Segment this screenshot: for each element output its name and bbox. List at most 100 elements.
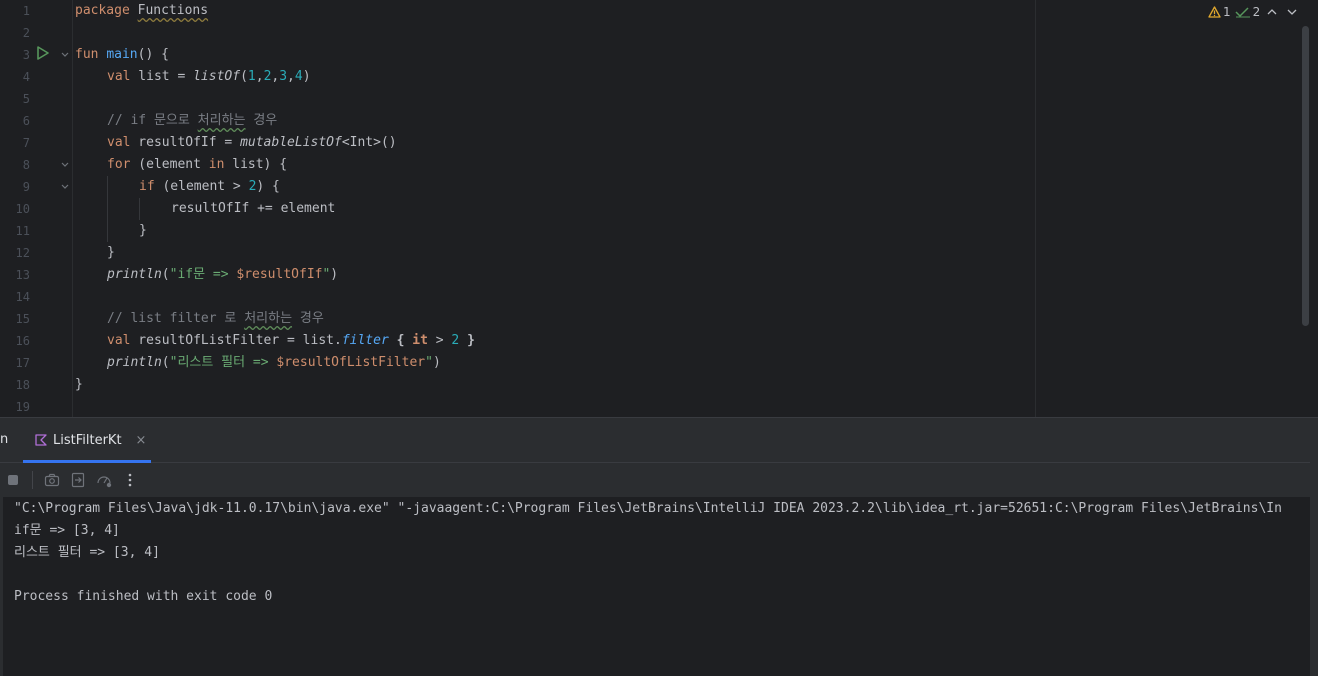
restart-icon [97, 476, 112, 488]
code-text: ( [240, 69, 248, 84]
keyword: fun [75, 47, 99, 62]
line-number: 6 [22, 114, 30, 128]
comment: // list filter 로 [107, 311, 245, 326]
line-number: 5 [22, 92, 30, 106]
function-call: println [107, 355, 162, 370]
string-literal: "리스트 필터 => [169, 355, 277, 370]
indent-guide [107, 176, 108, 242]
keyword: val [107, 69, 131, 84]
line-number: 13 [15, 268, 30, 282]
tab-label: ListFilterKt [53, 432, 122, 448]
code-line-7: val resultOfIf = mutableListOf<Int>() [107, 132, 397, 154]
toolbar-separator [32, 471, 33, 489]
comment: 경우 [292, 311, 324, 326]
function-call: println [107, 267, 162, 282]
string-literal: "if문 => [169, 267, 237, 282]
fold-icon[interactable] [60, 160, 70, 170]
line-number: 16 [15, 334, 30, 348]
editor-scrollbar[interactable] [1302, 26, 1309, 326]
code-text: ) [302, 69, 311, 84]
exit-button[interactable] [65, 467, 91, 493]
code-text: ) [330, 267, 339, 282]
code-text: resultOfListFilter = list. [130, 333, 342, 348]
tab-listfilterkt[interactable]: ListFilterKt × [23, 418, 151, 463]
line-number: 10 [15, 202, 30, 216]
code-editor[interactable]: 1 2 3 4 5 6 7 8 9 10 11 12 13 14 15 16 1… [0, 0, 1318, 417]
warnings-indicator[interactable]: 1 [1208, 5, 1231, 19]
code-line-17: println("리스트 필터 => $resultOfListFilter") [107, 352, 441, 374]
fold-icon[interactable] [60, 182, 70, 192]
code-text: ( [161, 355, 170, 370]
camera-icon [44, 473, 60, 487]
line-number: 14 [15, 290, 30, 304]
line-number: 3 [22, 48, 30, 62]
fold-icon[interactable] [60, 50, 70, 60]
string-literal: " [425, 355, 433, 370]
checks-indicator[interactable]: 2 [1235, 5, 1260, 19]
line-number: 11 [15, 224, 30, 238]
run-tab-bar: n ListFilterKt × [0, 418, 1310, 463]
code-line-9: if (element > 2) { [139, 176, 280, 198]
code-text: (element > [154, 179, 249, 194]
code-line-1: package Functions [75, 0, 208, 22]
code-line-16: val resultOfListFilter = list.filter { i… [107, 330, 475, 352]
lambda-brace: } [467, 333, 475, 348]
console-output[interactable]: "C:\Program Files\Java\jdk-11.0.17\bin\j… [0, 497, 1310, 676]
chevron-down-icon[interactable] [1284, 6, 1300, 18]
keyword: val [107, 135, 131, 150]
keyword: val [107, 333, 131, 348]
console-line: 리스트 필터 => [3, 4] [14, 545, 160, 560]
keyword: in [208, 157, 225, 172]
code-line-11: } [139, 223, 147, 238]
line-number: 19 [15, 400, 30, 414]
line-number: 18 [15, 378, 30, 392]
close-icon[interactable]: × [136, 433, 147, 448]
console-line: if문 => [3, 4] [14, 523, 120, 538]
screenshot-button[interactable] [39, 467, 65, 493]
stop-button[interactable] [0, 467, 26, 493]
template-variable: $resultOfListFilter [276, 355, 426, 370]
line-number: 15 [15, 312, 30, 326]
keyword: it [404, 333, 428, 348]
inspection-widget[interactable]: 1 2 [1208, 2, 1300, 22]
more-button[interactable] [117, 467, 143, 493]
chevron-up-icon[interactable] [1264, 6, 1280, 18]
restart-button[interactable] [91, 467, 117, 493]
keyword: if [139, 179, 155, 194]
code-text: () { [137, 47, 169, 62]
function-call: listOf [193, 69, 241, 84]
line-number: 9 [22, 180, 30, 194]
tab-run-partial[interactable]: n [0, 432, 8, 447]
template-variable: $resultOfIf [236, 267, 323, 282]
warning-icon [1208, 6, 1221, 18]
code-text: <Int>() [341, 135, 397, 150]
number-literal: 4 [294, 69, 303, 84]
code-line-4: val list = listOf(1,2,3,4) [107, 66, 311, 88]
line-number: 7 [22, 136, 30, 150]
function-call: filter [341, 333, 389, 348]
keyword: for [107, 157, 131, 172]
code-line-8: for (element in list) { [107, 154, 287, 176]
indent-guide [139, 198, 140, 220]
code-text: (element [130, 157, 209, 172]
console-edge [0, 497, 3, 676]
line-number: 12 [15, 246, 30, 260]
console-line-exit: Process finished with exit code 0 [14, 589, 273, 604]
right-tool-strip [1310, 418, 1318, 676]
line-number: 17 [15, 356, 30, 370]
gutter-separator [72, 0, 73, 417]
line-number: 8 [22, 158, 30, 172]
code-text: resultOfIf = [130, 135, 241, 150]
code-line-15: // list filter 로 처리하는 경우 [107, 308, 324, 330]
run-icon[interactable] [36, 46, 50, 60]
more-icon [128, 473, 132, 487]
kotlin-file-icon [35, 434, 47, 446]
code-line-3: fun main() { [75, 44, 169, 66]
exit-to-icon [71, 472, 85, 488]
comment-typo: 처리하는 [197, 113, 246, 128]
code-line-12: } [107, 245, 115, 260]
check-icon [1235, 7, 1250, 18]
comment-typo: 처리하는 [244, 311, 293, 326]
